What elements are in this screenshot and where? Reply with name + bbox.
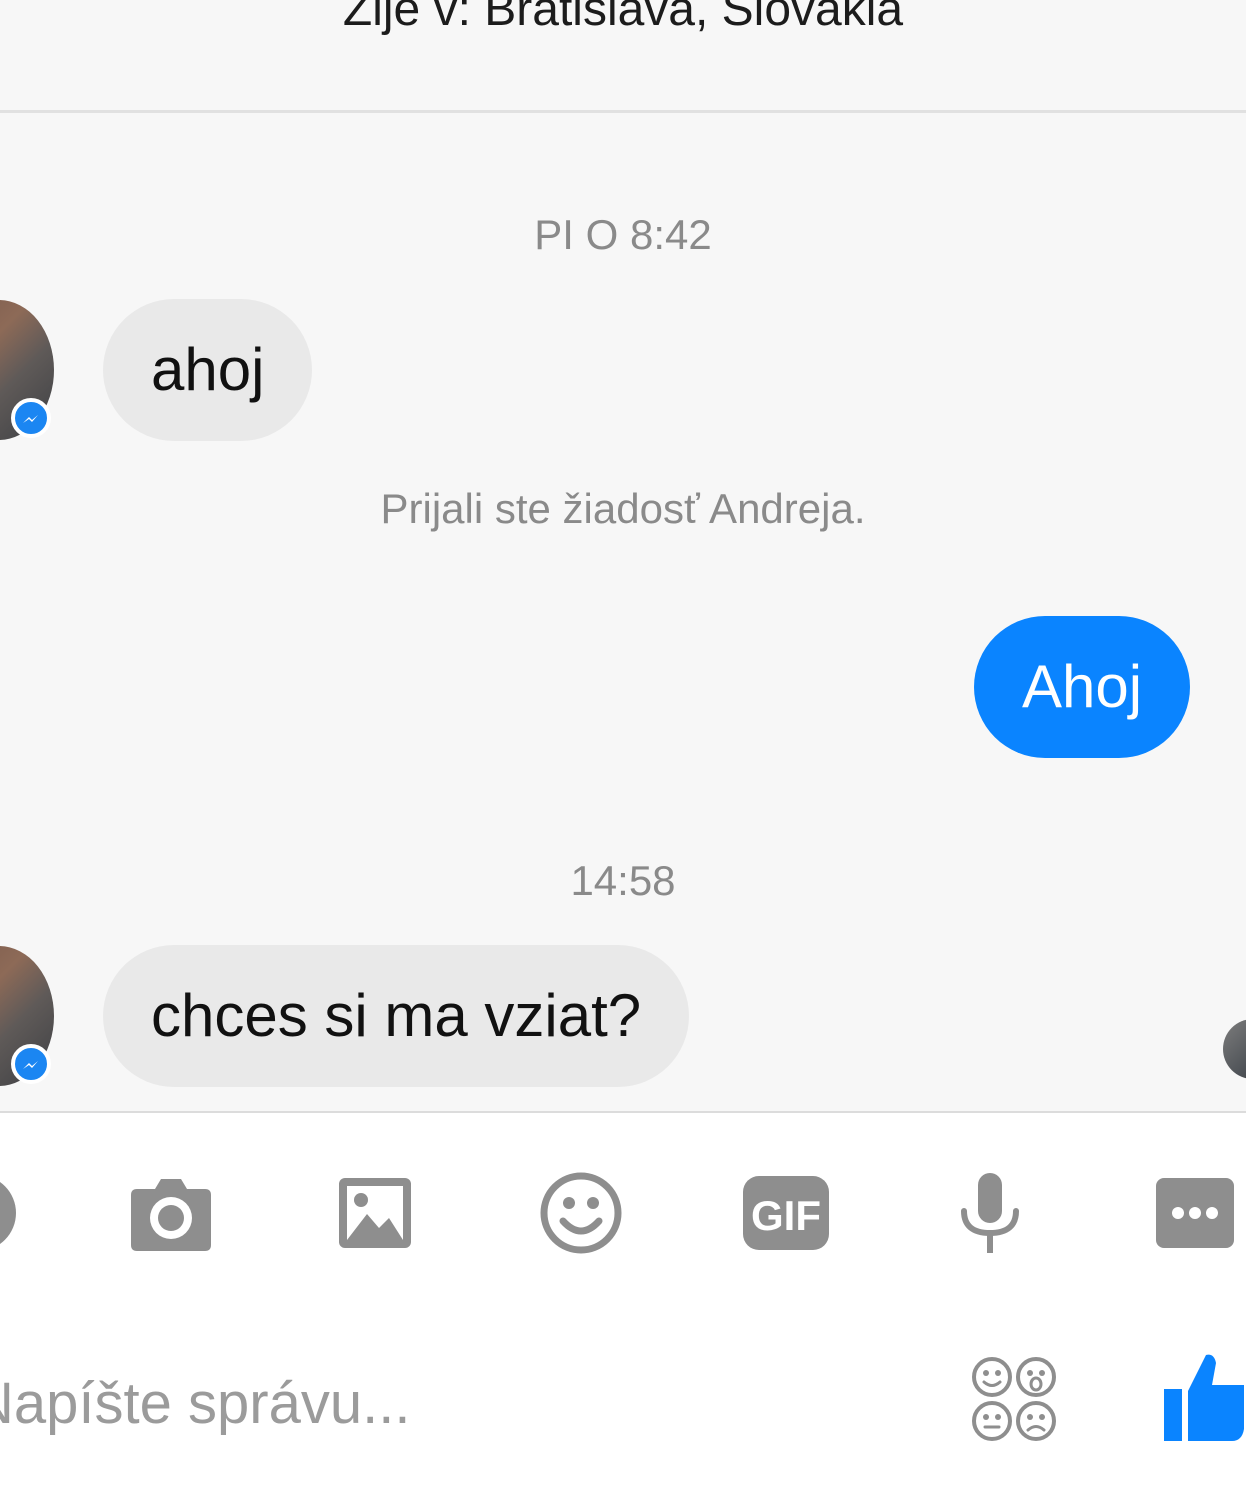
messenger-badge-icon xyxy=(11,398,51,438)
like-thumb-icon[interactable] xyxy=(1162,1351,1246,1443)
incoming-message-bubble[interactable]: chces si ma vziat? xyxy=(103,945,690,1087)
header-location: Žije v: Bratislava, Slovakia xyxy=(342,0,904,36)
emoji-icon[interactable] xyxy=(535,1163,627,1263)
read-receipt-avatar xyxy=(1223,1019,1246,1079)
gif-label: GIF xyxy=(751,1192,821,1239)
microphone-icon[interactable] xyxy=(955,1163,1025,1263)
stickers-icon[interactable] xyxy=(970,1355,1060,1445)
outgoing-message-bubble[interactable]: Ahoj xyxy=(974,616,1191,758)
image-icon[interactable] xyxy=(333,1163,417,1263)
camera-icon[interactable] xyxy=(125,1163,217,1263)
plus-icon[interactable] xyxy=(0,1163,20,1263)
timestamp: 14:58 xyxy=(570,857,676,904)
message-input-row xyxy=(0,1313,1246,1497)
composer-toolbar: GIF xyxy=(0,1113,1246,1313)
gif-icon[interactable]: GIF xyxy=(739,1163,833,1263)
timestamp: PI O 8:42 xyxy=(534,211,712,258)
system-note: Prijali ste žiadosť Andreja. xyxy=(380,485,866,532)
more-icon[interactable] xyxy=(1152,1163,1238,1263)
message-input[interactable] xyxy=(0,1353,900,1453)
messenger-badge-icon xyxy=(11,1044,51,1084)
incoming-message-bubble[interactable]: ahoj xyxy=(103,299,313,441)
conversation-header: Žije v: Bratislava, Slovakia xyxy=(0,0,1246,113)
